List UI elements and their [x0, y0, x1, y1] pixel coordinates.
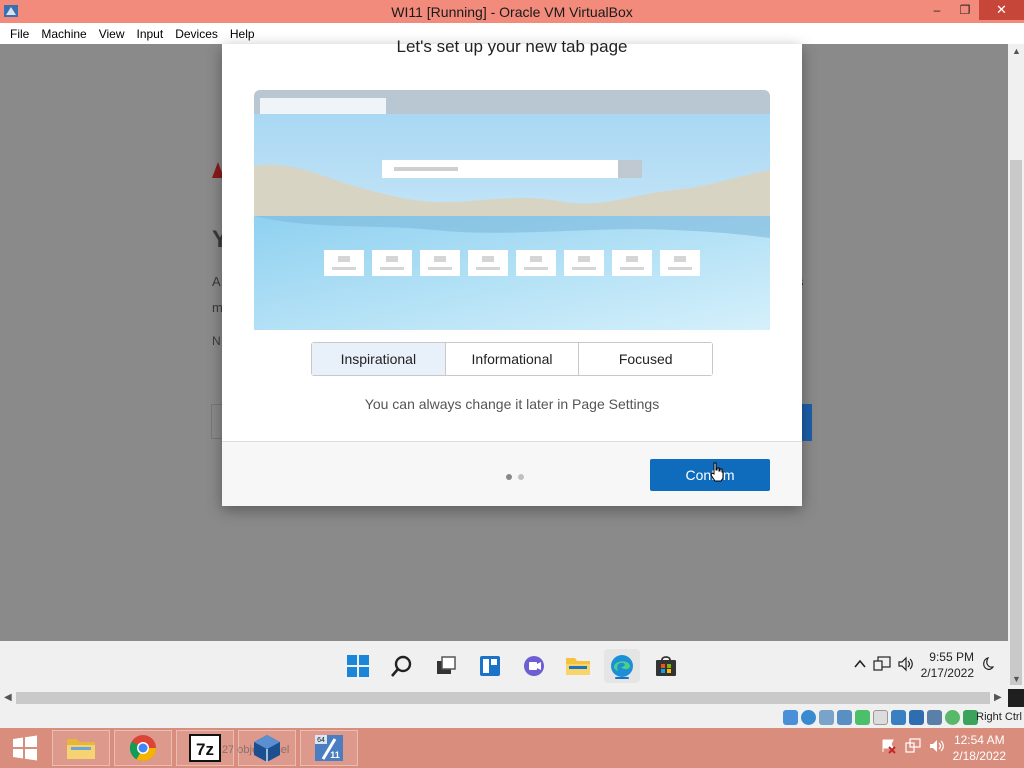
display-icon[interactable]	[891, 710, 906, 725]
network-adapter-icon[interactable]	[837, 710, 852, 725]
minimize-button[interactable]: –	[923, 0, 951, 20]
vt-x-icon[interactable]	[927, 710, 942, 725]
guest-date: 2/17/2022	[920, 666, 974, 680]
chat-icon[interactable]	[516, 649, 552, 683]
host-network-icon[interactable]	[905, 737, 921, 759]
optical-drive-icon[interactable]	[801, 710, 816, 725]
vertical-scroll-thumb[interactable]	[1010, 160, 1022, 685]
new-tab-setup-dialog: Let's set up your new tab page Inspirati…	[222, 37, 802, 506]
guest-system-tray: 9:55 PM 2/17/2022	[853, 649, 995, 681]
window-controls: – ❐ ✕	[923, 0, 1024, 23]
horizontal-scrollbar[interactable]: ◀ ▶	[0, 689, 1008, 707]
window-title: WI11 [Running] - Oracle VM VirtualBox	[391, 3, 633, 20]
option-informational[interactable]: Informational	[445, 343, 580, 375]
svg-text:7z: 7z	[196, 740, 214, 759]
host-wi11-vm-icon[interactable]: 64 11	[300, 730, 358, 766]
scroll-right-arrow-icon[interactable]: ▶	[994, 692, 1002, 703]
svg-text:64: 64	[317, 737, 325, 744]
file-explorer-icon[interactable]	[560, 649, 596, 683]
menu-input[interactable]: Input	[131, 27, 170, 41]
recording-icon[interactable]	[909, 710, 924, 725]
page-dot[interactable]	[518, 474, 524, 480]
network-icon[interactable]	[873, 655, 891, 675]
host-virtualbox-icon[interactable]	[238, 730, 296, 766]
host-file-explorer-icon[interactable]	[52, 730, 110, 766]
guest-time: 9:55 PM	[929, 650, 974, 664]
pagination-dots	[506, 474, 524, 480]
svg-text:11: 11	[330, 750, 340, 760]
guest-taskbar: 9:55 PM 2/17/2022	[0, 641, 1008, 689]
search-icon[interactable]	[384, 649, 420, 683]
host-clock[interactable]: 12:54 AM 2/18/2022	[953, 732, 1006, 764]
hand-cursor-icon	[710, 462, 724, 482]
virtualbox-app-icon	[4, 5, 18, 17]
horizontal-scroll-thumb[interactable]	[16, 692, 990, 704]
host-time: 12:54 AM	[953, 733, 1005, 747]
vertical-scrollbar[interactable]: ▲ ▼	[1008, 44, 1024, 689]
widgets-icon[interactable]	[472, 649, 508, 683]
start-icon[interactable]	[340, 649, 376, 683]
usb-icon[interactable]	[855, 710, 870, 725]
screen: WI11 [Running] - Oracle VM VirtualBox – …	[0, 0, 1024, 768]
chevron-up-icon[interactable]	[853, 657, 867, 674]
host-7zip-icon[interactable]: 7z	[176, 730, 234, 766]
option-inspirational[interactable]: Inspirational	[312, 343, 446, 375]
host-chrome-icon[interactable]	[114, 730, 172, 766]
background-text-line: N	[212, 334, 221, 348]
scroll-left-arrow-icon[interactable]: ◀	[4, 692, 12, 703]
background-text-line: A	[212, 274, 221, 289]
volume-icon[interactable]	[897, 656, 915, 675]
restore-button[interactable]: ❐	[951, 0, 979, 20]
host-taskbar: 27 objects sel 7z 6411 12:54	[0, 728, 1024, 768]
audio-icon[interactable]	[819, 710, 834, 725]
host-volume-icon[interactable]	[929, 738, 945, 759]
guest-taskbar-apps	[340, 649, 684, 683]
host-date: 2/18/2022	[952, 749, 1006, 763]
store-icon[interactable]	[648, 649, 684, 683]
focus-assist-icon[interactable]	[980, 656, 995, 675]
edge-icon[interactable]	[604, 649, 640, 683]
shared-folders-icon[interactable]	[873, 710, 888, 725]
dialog-title: Let's set up your new tab page	[396, 37, 628, 56]
host-key-label: Right Ctrl	[976, 711, 1022, 723]
layout-option-group: Inspirational Informational Focused	[311, 342, 713, 376]
guest-clock[interactable]: 9:55 PM 2/17/2022	[921, 649, 974, 681]
vbox-status-bar: Right Ctrl	[0, 707, 1024, 728]
vbox-device-icons	[783, 710, 978, 725]
host-action-center-icon[interactable]	[881, 738, 897, 759]
scroll-up-arrow-icon[interactable]: ▲	[1012, 46, 1021, 56]
vbox-title-bar: WI11 [Running] - Oracle VM VirtualBox – …	[0, 0, 1024, 23]
task-view-icon[interactable]	[428, 649, 464, 683]
host-start-icon[interactable]	[0, 728, 50, 768]
menu-machine[interactable]: Machine	[35, 27, 92, 41]
host-system-tray: 12:54 AM 2/18/2022	[881, 732, 1006, 764]
settings-hint: You can always change it later in Page S…	[364, 396, 660, 412]
hard-disk-icon[interactable]	[783, 710, 798, 725]
menu-file[interactable]: File	[4, 27, 35, 41]
menu-devices[interactable]: Devices	[169, 27, 224, 41]
close-button[interactable]: ✕	[979, 0, 1024, 20]
page-dot-active[interactable]	[506, 474, 512, 480]
new-tab-preview-illustration	[254, 90, 770, 330]
menu-view[interactable]: View	[93, 27, 131, 41]
option-focused[interactable]: Focused	[579, 343, 713, 375]
mouse-integration-icon[interactable]	[945, 710, 960, 725]
scroll-down-arrow-icon[interactable]: ▼	[1012, 674, 1021, 684]
